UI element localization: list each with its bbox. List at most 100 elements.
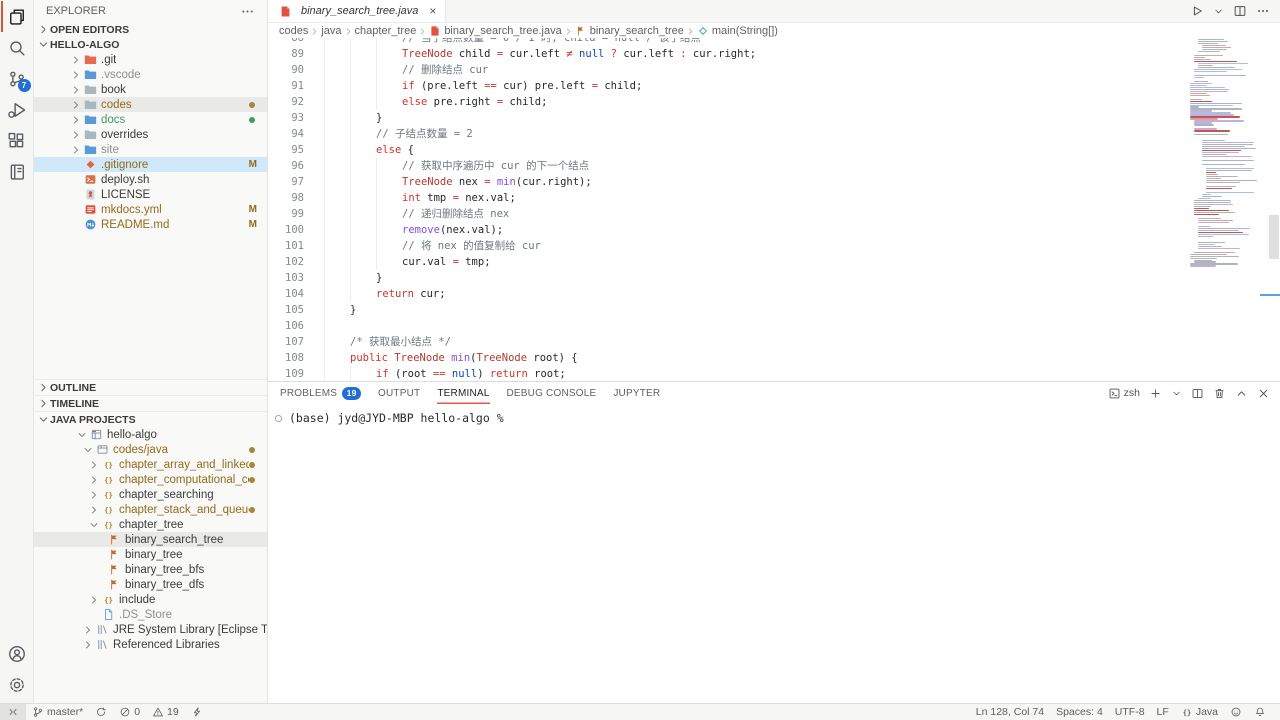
- chevron-down-icon[interactable]: [82, 444, 94, 456]
- panel-tab-debug-console[interactable]: DEBUG CONSOLE: [507, 382, 597, 404]
- activity-extensions-icon[interactable]: [1, 125, 33, 156]
- tree-item-readme-md[interactable]: README.mdM: [34, 217, 267, 232]
- terminal[interactable]: (base) jyd@JYD-MBP hello-algo %: [268, 404, 1280, 425]
- play-icon[interactable]: [1190, 4, 1204, 18]
- chevron-right-icon[interactable]: [70, 144, 82, 156]
- chevron-right-icon[interactable]: [70, 99, 82, 111]
- tree-item-mkdocs-yml[interactable]: mkdocs.ymlM: [34, 202, 267, 217]
- section-header-open-editors[interactable]: OPEN EDITORS: [34, 22, 267, 37]
- status-errors[interactable]: 0: [113, 704, 146, 720]
- tree-item-chapter-array-and-linkedlist[interactable]: {}chapter_array_and_linkedlist: [34, 457, 267, 472]
- breadcrumb-item-binary-search-tree[interactable]: binary_search_tree: [575, 25, 684, 37]
- activity-settings-gear-icon[interactable]: [1, 669, 33, 700]
- tree-item-include[interactable]: {}include: [34, 592, 267, 607]
- status-remote-indicator[interactable]: [0, 704, 26, 720]
- minimap[interactable]: [1187, 38, 1267, 376]
- breadcrumb-item-chapter-tree[interactable]: chapter_tree: [355, 25, 417, 37]
- chevron-right-icon[interactable]: [88, 489, 100, 501]
- tree-item-gitignore[interactable]: .gitignoreM: [34, 157, 267, 172]
- section-header-java-projects[interactable]: JAVA PROJECTS: [34, 411, 267, 427]
- panel-tab-problems[interactable]: PROBLEMS19: [280, 382, 361, 404]
- status-language-mode[interactable]: {}Java: [1175, 704, 1224, 720]
- chevron-right-icon[interactable]: [82, 624, 94, 636]
- status-git-branch[interactable]: master*: [26, 704, 89, 720]
- tree-item-codes[interactable]: codes: [34, 97, 267, 112]
- panel-tab-output[interactable]: OUTPUT: [378, 382, 420, 404]
- tree-item-chapter-tree[interactable]: {}chapter_tree: [34, 517, 267, 532]
- tree-item-jre-system-library-eclipse-temurin-17-17[interactable]: JRE System Library [Eclipse Temurin 17 […: [34, 622, 267, 637]
- tree-item-ds-store[interactable]: .DS_Store: [34, 607, 267, 622]
- tree-item-deploy-sh[interactable]: deploy.sh: [34, 172, 267, 187]
- tree-item-binary-tree-dfs[interactable]: binary_tree_dfs: [34, 577, 267, 592]
- split-icon[interactable]: [1191, 387, 1204, 400]
- vertical-scrollbar[interactable]: [1268, 38, 1280, 381]
- tree-item-referenced-libraries[interactable]: Referenced Libraries: [34, 637, 267, 652]
- chevron-right-icon[interactable]: [70, 114, 82, 126]
- panel-tab-terminal[interactable]: TERMINAL: [437, 382, 489, 404]
- plus-icon[interactable]: [1149, 387, 1162, 400]
- chevron-right-icon[interactable]: [88, 474, 100, 486]
- breadcrumb-item-main-string[interactable]: main(String[]): [697, 25, 778, 37]
- tree-item-chapter-stack-and-queue[interactable]: {}chapter_stack_and_queue: [34, 502, 267, 517]
- ellipsis-icon[interactable]: [240, 4, 255, 19]
- chevron-down-icon[interactable]: [1171, 388, 1182, 399]
- tree-item-overrides[interactable]: overrides: [34, 127, 267, 142]
- scrollbar-thumb[interactable]: [1269, 215, 1279, 259]
- tree-item-chapter-computational-complexity[interactable]: {}chapter_computational_complexity: [34, 472, 267, 487]
- tree-item-vscode[interactable]: .vscode: [34, 67, 267, 82]
- close-icon[interactable]: [1257, 387, 1270, 400]
- status-feedback[interactable]: [1224, 704, 1248, 720]
- status-cursor-position[interactable]: Ln 128, Col 74: [970, 704, 1050, 720]
- activity-search-icon[interactable]: [1, 32, 33, 63]
- section-header-timeline[interactable]: TIMELINE: [34, 395, 267, 411]
- activity-run-debug-icon[interactable]: [1, 94, 33, 125]
- trash-icon[interactable]: [1213, 387, 1226, 400]
- activity-account-icon[interactable]: [1, 638, 33, 669]
- chevron-right-icon[interactable]: [88, 504, 100, 516]
- tree-item-binary-tree[interactable]: binary_tree: [34, 547, 267, 562]
- chevron-right-icon[interactable]: [88, 594, 100, 606]
- status-indentation[interactable]: Spaces: 4: [1050, 704, 1109, 720]
- chevron-down-icon[interactable]: [88, 519, 100, 531]
- activity-source-control-icon[interactable]: 7: [1, 63, 33, 94]
- chevron-down-icon[interactable]: [1213, 6, 1224, 17]
- breadcrumb-item-codes[interactable]: codes: [279, 25, 308, 37]
- chevron-right-icon[interactable]: [70, 69, 82, 81]
- status-sync[interactable]: [89, 704, 113, 720]
- tree-item-docs[interactable]: docs: [34, 112, 267, 127]
- tree-item-hello-algo[interactable]: hello-algo: [34, 427, 267, 442]
- tree-item-site[interactable]: site: [34, 142, 267, 157]
- ellipsis-icon[interactable]: [1256, 4, 1270, 18]
- chevron-up-icon[interactable]: [1235, 387, 1248, 400]
- tree-item-book[interactable]: book: [34, 82, 267, 97]
- tree-item-chapter-searching[interactable]: {}chapter_searching: [34, 487, 267, 502]
- breadcrumb-item-binary-search-tree-java[interactable]: binary_search_tree.java: [429, 25, 561, 37]
- panel-tab-jupyter[interactable]: JUPYTER: [613, 382, 660, 404]
- section-header-outline[interactable]: OUTLINE: [34, 379, 267, 395]
- tree-item-codes-java[interactable]: codes/java: [34, 442, 267, 457]
- status-encoding[interactable]: UTF-8: [1109, 704, 1151, 720]
- chevron-right-icon[interactable]: [82, 639, 94, 651]
- breadcrumb-item-java[interactable]: java: [321, 25, 341, 37]
- shell-selector[interactable]: zsh: [1108, 387, 1140, 400]
- code-editor[interactable]: 88// 当子结点数量 = 0 / 1 时, child = null / 该子…: [268, 38, 1280, 381]
- activity-notebook-icon[interactable]: [1, 156, 33, 187]
- tab-binary-search-tree[interactable]: binary_search_tree.java ×: [268, 0, 446, 22]
- section-header-hello-algo[interactable]: HELLO-ALGO: [34, 37, 267, 52]
- status-warnings[interactable]: 19: [146, 704, 185, 720]
- tree-item-binary-tree-bfs[interactable]: binary_tree_bfs: [34, 562, 267, 577]
- status-launch[interactable]: [185, 704, 209, 720]
- chevron-right-icon[interactable]: [70, 84, 82, 96]
- chevron-right-icon[interactable]: [70, 54, 82, 66]
- chevron-down-icon[interactable]: [76, 429, 88, 441]
- split-editor-icon[interactable]: [1233, 4, 1247, 18]
- status-notifications[interactable]: [1248, 704, 1272, 720]
- close-icon[interactable]: ×: [429, 5, 436, 17]
- tree-item-license[interactable]: LICENSE: [34, 187, 267, 202]
- activity-files-icon[interactable]: [1, 1, 33, 32]
- status-eol[interactable]: LF: [1151, 704, 1175, 720]
- chevron-right-icon[interactable]: [88, 459, 100, 471]
- tree-item-binary-search-tree[interactable]: binary_search_tree: [34, 532, 267, 547]
- chevron-right-icon[interactable]: [70, 129, 82, 141]
- tree-item-git[interactable]: .git: [34, 52, 267, 67]
